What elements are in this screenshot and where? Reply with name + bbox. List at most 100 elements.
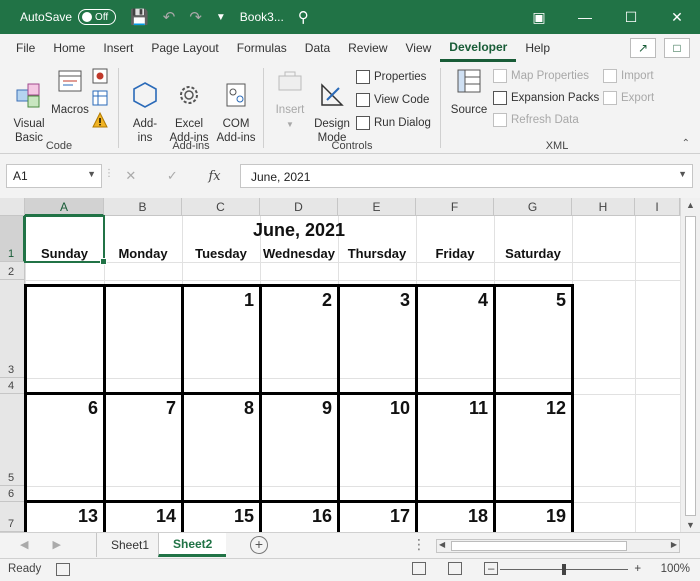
normal-view-icon[interactable] [412, 562, 426, 575]
refresh-data-button[interactable]: Refresh Data [493, 113, 579, 127]
run-dialog-button[interactable]: Run Dialog [356, 116, 431, 130]
worksheet-grid[interactable]: ▲ ▼ A B C D E F G H I 1 2 3 4 5 6 7 June, 2021 Sunday Mond… [0, 198, 700, 532]
tab-file[interactable]: File [0, 34, 44, 62]
sheet-tab-sheet2[interactable]: Sheet2 [158, 533, 227, 557]
close-icon[interactable]: ✕ [654, 9, 700, 26]
cancel-icon[interactable]: ✕ [125, 168, 136, 184]
macros-button[interactable]: Macros [50, 66, 90, 117]
column-header-h[interactable]: H [572, 198, 635, 216]
row-header-4[interactable]: 4 [0, 378, 25, 394]
formula-bar: A1 ▼ ⋮ ✕ ✓ fx June, 2021 ▼ [0, 154, 700, 200]
zoom-track[interactable] [500, 563, 629, 575]
map-properties-button[interactable]: Map Properties [493, 69, 589, 83]
customize-qat-icon[interactable]: ▼ [216, 12, 226, 23]
insert-function-icon[interactable]: fx [208, 169, 220, 184]
search-icon[interactable]: ⚲ [298, 8, 309, 26]
scroll-down-icon[interactable]: ▼ [686, 520, 695, 530]
row-header-6[interactable]: 6 [0, 486, 25, 502]
row-header-7[interactable]: 7 [0, 502, 25, 532]
ribbon-display-icon[interactable]: ▣ [516, 9, 562, 26]
insert-control-button[interactable]: Insert ▼ [270, 66, 310, 132]
name-box-value: A1 [13, 169, 28, 183]
zoom-out-icon[interactable]: – [488, 563, 494, 575]
column-header-g[interactable]: G [494, 198, 572, 216]
record-macro-icon[interactable] [92, 68, 108, 84]
autosave-toggle[interactable]: Off [78, 9, 117, 25]
column-header-i[interactable]: I [635, 198, 680, 216]
addins-button[interactable]: Add- ins [125, 66, 165, 145]
tab-review[interactable]: Review [339, 34, 396, 62]
zoom-knob[interactable] [562, 563, 567, 575]
title-bar: AutoSave Off 💾 ↶ ↷ ▼ Book3... ⚲ ▣ — ☐ ✕ [0, 0, 700, 34]
xml-source-button[interactable]: Source [449, 66, 489, 117]
scroll-up-icon[interactable]: ▲ [686, 200, 695, 210]
collapse-ribbon-icon[interactable]: ⌃ [682, 138, 690, 149]
formula-input[interactable]: June, 2021 ▼ [240, 164, 693, 188]
properties-button[interactable]: Properties [356, 70, 426, 84]
comments-icon[interactable]: □ [664, 38, 690, 58]
redo-icon[interactable]: ↷ [189, 8, 202, 26]
properties-icon [356, 70, 370, 84]
relative-references-icon[interactable] [92, 90, 108, 106]
export-button[interactable]: Export [603, 91, 654, 105]
tab-help[interactable]: Help [516, 34, 559, 62]
view-code-button[interactable]: View Code [356, 93, 429, 107]
horizontal-scrollbar[interactable]: ◀ ▶ [436, 539, 680, 553]
column-header-e[interactable]: E [338, 198, 416, 216]
calendar-border-horizontal [24, 284, 574, 287]
expansion-packs-button[interactable]: Expansion Packs [493, 91, 599, 105]
zoom-percent[interactable]: 100% [661, 563, 690, 575]
macro-security-icon[interactable] [92, 112, 108, 128]
share-icon[interactable]: ↗ [630, 38, 656, 58]
visual-basic-button[interactable]: Visual Basic [8, 66, 50, 145]
prev-sheet-icon[interactable]: ◀ [20, 538, 28, 551]
tab-insert[interactable]: Insert [94, 34, 142, 62]
column-header-b[interactable]: B [104, 198, 182, 216]
addins-icon [133, 82, 157, 108]
com-addins-button[interactable]: COM Add-ins [213, 66, 259, 145]
sheet-tab-sheet1[interactable]: Sheet1 [96, 533, 163, 557]
minimize-icon[interactable]: — [562, 9, 608, 25]
enter-icon[interactable]: ✓ [167, 168, 178, 184]
column-header-c[interactable]: C [182, 198, 260, 216]
tab-view[interactable]: View [397, 34, 441, 62]
scroll-right-icon[interactable]: ▶ [671, 540, 677, 549]
vertical-scrollbar[interactable]: ▲ ▼ [680, 198, 700, 532]
tab-developer[interactable]: Developer [440, 34, 517, 62]
tab-page-layout[interactable]: Page Layout [142, 34, 227, 62]
maximize-icon[interactable]: ☐ [608, 9, 654, 26]
excel-addins-button[interactable]: Excel Add-ins [165, 66, 213, 145]
design-mode-button[interactable]: Design Mode [312, 66, 352, 145]
horizontal-scroll-thumb[interactable] [451, 541, 627, 551]
save-icon[interactable]: 💾 [130, 8, 149, 26]
expand-formula-icon[interactable]: ▼ [678, 169, 687, 179]
zoom-in-icon[interactable]: + [634, 563, 641, 575]
next-sheet-icon[interactable]: ▶ [52, 538, 60, 551]
chevron-down-icon[interactable]: ▼ [87, 169, 96, 179]
column-header-d[interactable]: D [260, 198, 338, 216]
tab-formulas[interactable]: Formulas [228, 34, 296, 62]
column-header-f[interactable]: F [416, 198, 494, 216]
select-all-corner[interactable] [0, 198, 25, 216]
gear-icon [180, 86, 198, 104]
import-button[interactable]: Import [603, 69, 654, 83]
scroll-left-icon[interactable]: ◀ [439, 540, 445, 549]
undo-icon[interactable]: ↶ [163, 8, 176, 26]
add-sheet-icon[interactable]: + [250, 536, 268, 554]
run-dialog-label: Run Dialog [374, 117, 431, 129]
tab-home[interactable]: Home [44, 34, 94, 62]
row-header-5[interactable]: 5 [0, 394, 25, 486]
row-header-2[interactable]: 2 [0, 262, 25, 280]
vertical-scroll-thumb[interactable] [685, 216, 696, 516]
more-sheets-icon[interactable]: ⋮ [412, 536, 426, 553]
calendar-day-3: 3 [399, 290, 410, 310]
name-box[interactable]: A1 ▼ [6, 164, 102, 188]
export-icon [603, 91, 617, 105]
column-header-a[interactable]: A [25, 198, 104, 216]
tab-data[interactable]: Data [296, 34, 339, 62]
page-layout-view-icon[interactable] [448, 562, 462, 575]
row-header-3[interactable]: 3 [0, 280, 25, 378]
zoom-slider[interactable]: – + [488, 563, 641, 575]
accessibility-icon[interactable] [56, 563, 70, 576]
row-header-1[interactable]: 1 [0, 216, 25, 262]
